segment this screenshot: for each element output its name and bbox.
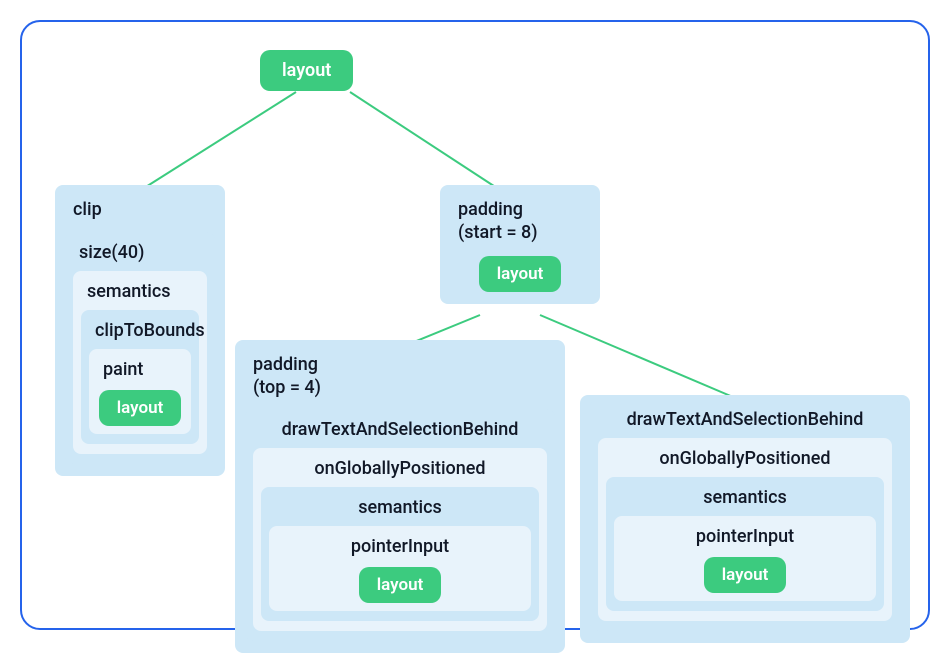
drawtext-nest-2: drawTextAndSelectionBehind onGloballyPos… (590, 399, 900, 631)
clip-box: clip size(40) semantics clipToBounds pai… (55, 185, 225, 476)
semantics-nest-3: semantics pointerInput layout (606, 477, 884, 611)
semantics-label-3: semantics (612, 481, 878, 514)
drawtext-box: drawTextAndSelectionBehind onGloballyPos… (580, 395, 910, 643)
drawtext-nest: drawTextAndSelectionBehind onGloballyPos… (245, 409, 555, 641)
padding-start-heading: padding (start = 8) (448, 193, 592, 252)
clip-heading: clip (63, 193, 217, 230)
paint-label: paint (95, 353, 185, 386)
layout-pill: layout (359, 567, 442, 603)
ongloballypositioned-label-2: onGloballyPositioned (604, 442, 886, 475)
layout-pill: layout (260, 50, 353, 91)
pointerinput-nest-2: pointerInput layout (614, 516, 876, 601)
layout-pill: layout (704, 557, 787, 593)
drawtext-label-2: drawTextAndSelectionBehind (596, 403, 894, 436)
semantics-nest: semantics clipToBounds paint layout (73, 271, 207, 454)
pointerinput-label-2: pointerInput (620, 520, 870, 553)
padding-top-heading: padding (top = 4) (243, 348, 557, 407)
cliptobounds-label: clipToBounds (87, 314, 193, 347)
semantics-nest-2: semantics pointerInput layout (261, 487, 539, 621)
size-label: size(40) (71, 236, 209, 269)
pointerinput-label: pointerInput (275, 530, 525, 563)
padding-start-box: padding (start = 8) layout (440, 185, 600, 304)
ongloballypositioned-nest-2: onGloballyPositioned semantics pointerIn… (598, 438, 892, 621)
layout-pill: layout (479, 256, 562, 292)
cliptobounds-nest: clipToBounds paint layout (81, 310, 199, 444)
ongloballypositioned-nest: onGloballyPositioned semantics pointerIn… (253, 448, 547, 631)
semantics-label-2: semantics (267, 491, 533, 524)
layout-pill: layout (99, 390, 182, 426)
drawtext-label: drawTextAndSelectionBehind (251, 413, 549, 446)
pointerinput-nest: pointerInput layout (269, 526, 531, 611)
root-layout-node: layout (260, 50, 353, 91)
semantics-label: semantics (79, 275, 201, 308)
paint-nest: paint layout (89, 349, 191, 434)
padding-top-box: padding (top = 4) drawTextAndSelectionBe… (235, 340, 565, 653)
size-nest: size(40) semantics clipToBounds paint la… (65, 232, 215, 464)
ongloballypositioned-label: onGloballyPositioned (259, 452, 541, 485)
